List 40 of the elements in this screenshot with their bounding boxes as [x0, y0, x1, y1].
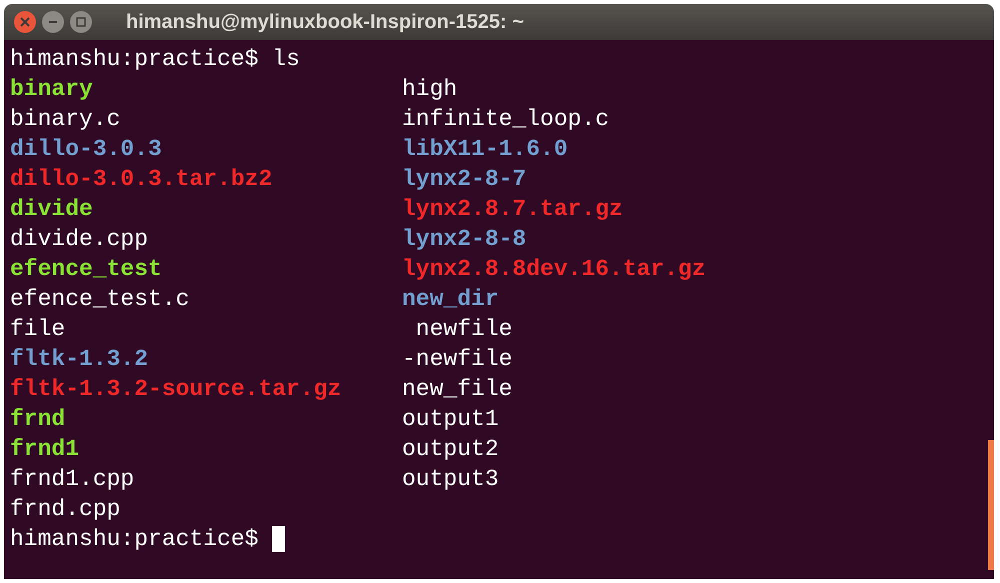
- archive-name: fltk-1.3.2-source.tar.gz: [10, 375, 342, 404]
- file-name: output1: [402, 405, 499, 434]
- file-name: newfile: [414, 315, 512, 344]
- executable-name: efence_test: [10, 255, 162, 284]
- shell-prompt: himanshu:practice$: [10, 45, 258, 74]
- archive-name: lynx2.8.7.tar.gz: [402, 195, 623, 224]
- archive-name: lynx2.8.8dev.16.tar.gz: [402, 255, 706, 284]
- file-name: divide.cpp: [10, 225, 148, 254]
- close-icon: [20, 17, 30, 27]
- executable-name: binary: [10, 75, 93, 104]
- file-name: output3: [402, 465, 499, 494]
- file-name: frnd.cpp: [10, 495, 120, 524]
- directory-name: lynx2-8-8: [402, 225, 526, 254]
- directory-name: libX11-1.6.0: [402, 135, 568, 164]
- close-button[interactable]: [14, 11, 36, 33]
- directory-name: new_dir: [402, 285, 499, 314]
- directory-name: dillo-3.0.3: [10, 135, 162, 164]
- executable-name: frnd1: [10, 435, 80, 464]
- file-name: binary.c: [10, 105, 120, 134]
- command-text: ls: [272, 45, 300, 74]
- directory-name: fltk-1.3.2: [10, 345, 148, 374]
- file-name: high: [402, 75, 458, 104]
- file-name: output2: [402, 435, 499, 464]
- scrollbar[interactable]: [988, 440, 994, 570]
- file-name: file: [10, 315, 66, 344]
- text-cursor: [272, 526, 286, 552]
- maximize-button[interactable]: [70, 11, 92, 33]
- maximize-icon: [76, 17, 86, 27]
- file-name: -newfile: [402, 345, 512, 374]
- archive-name: dillo-3.0.3.tar.bz2: [10, 165, 272, 194]
- file-name: infinite_loop.c: [402, 105, 610, 134]
- minimize-button[interactable]: [42, 11, 64, 33]
- shell-prompt: himanshu:practice$: [10, 525, 258, 554]
- file-name: frnd1.cpp: [10, 465, 134, 494]
- file-name: new_file: [402, 375, 512, 404]
- window-title: himanshu@mylinuxbook-Inspiron-1525: ~: [126, 10, 524, 35]
- directory-name: lynx2-8-7: [402, 165, 526, 194]
- executable-name: frnd: [10, 405, 66, 434]
- file-name: efence_test.c: [10, 285, 190, 314]
- executable-name: divide: [10, 195, 93, 224]
